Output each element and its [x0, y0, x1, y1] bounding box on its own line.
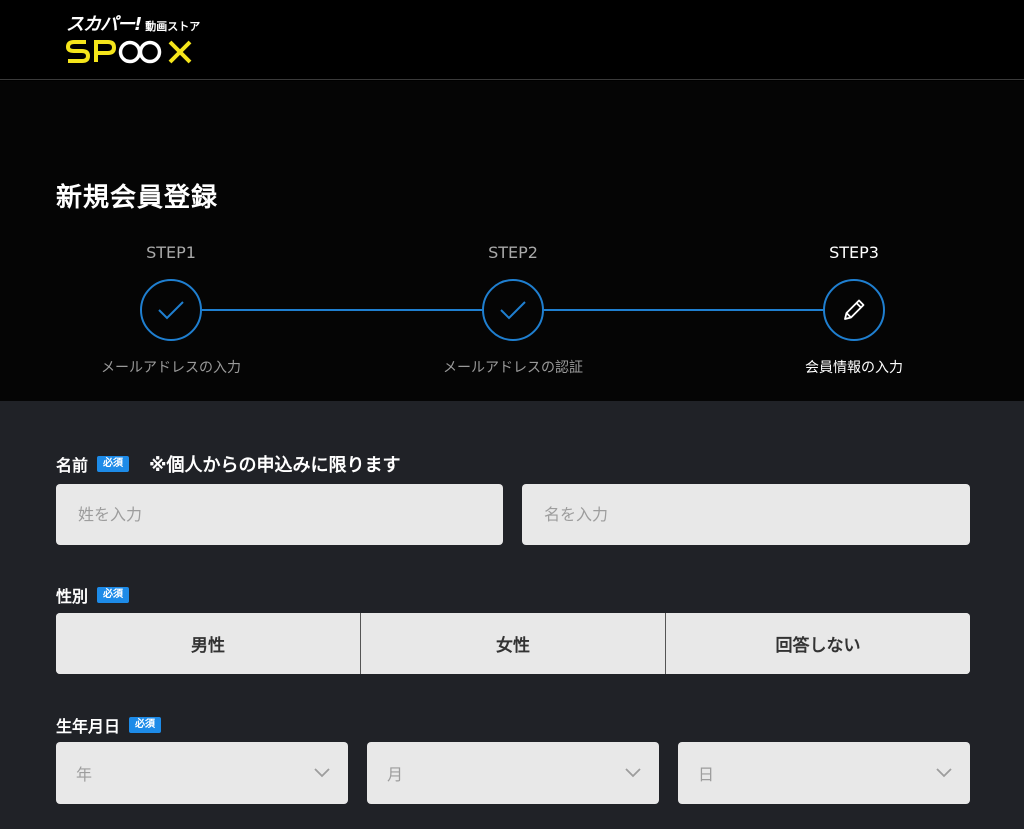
birth-month-select[interactable]: 月 — [367, 742, 659, 804]
gender-field-label: 性別 必須 — [56, 583, 130, 607]
gender-male-button[interactable]: 男性 — [56, 613, 361, 674]
birth-day-value: 日 — [698, 765, 715, 784]
step1-caption: メールアドレスの入力 — [101, 360, 241, 376]
pencil-icon — [844, 299, 865, 320]
step3-label: STEP3 — [829, 243, 879, 262]
step2-label: STEP2 — [488, 243, 538, 262]
birthday-label-text: 生年月日 — [56, 717, 121, 736]
checkmark-icon — [500, 301, 526, 320]
logo-skyperfect-text: スカパー! — [66, 14, 142, 35]
required-badge: 必須 — [97, 456, 130, 472]
birthday-field-label: 生年月日 必須 — [56, 713, 162, 737]
chevron-down-icon — [314, 768, 330, 778]
spoox-logo-mark — [66, 40, 192, 64]
birth-day-select[interactable]: 日 — [678, 742, 970, 804]
step3-caption: 会員情報の入力 — [805, 360, 903, 376]
step3-circle — [823, 279, 885, 341]
step-connector-2 — [544, 309, 824, 311]
spoox-logo[interactable]: スカパー! 動画ストア — [66, 10, 216, 70]
gender-female-button[interactable]: 女性 — [361, 613, 666, 674]
required-badge: 必須 — [97, 587, 130, 603]
page-title: 新規会員登録 — [56, 183, 219, 213]
step1-label: STEP1 — [146, 243, 196, 262]
gender-label-text: 性別 — [56, 587, 89, 606]
individual-only-note: ※個人からの申込みに限ります — [149, 455, 401, 476]
name-label-text: 名前 — [56, 456, 89, 475]
name-field-label: 名前 必須 ※個人からの申込みに限ります — [56, 451, 401, 477]
birth-month-value: 月 — [387, 765, 404, 784]
step-connector-1 — [202, 309, 482, 311]
checkmark-icon — [158, 301, 184, 320]
step2-caption: メールアドレスの認証 — [443, 360, 583, 376]
registration-steps-area: 新規会員登録 STEP1 STEP2 STEP3 メールアドレスの入力 メールア… — [0, 81, 1024, 401]
member-info-form: 名前 必須 ※個人からの申込みに限ります 性別 必須 男性 女性 回答しない 生… — [0, 401, 1024, 829]
step1-circle — [140, 279, 202, 341]
birth-year-value: 年 — [76, 765, 93, 784]
first-name-input[interactable] — [522, 484, 970, 545]
site-header: スカパー! 動画ストア — [0, 0, 1024, 80]
required-badge: 必須 — [129, 717, 162, 733]
birth-year-select[interactable]: 年 — [56, 742, 348, 804]
step2-circle — [482, 279, 544, 341]
logo-store-text: 動画ストア — [145, 20, 201, 33]
last-name-input[interactable] — [56, 484, 503, 545]
gender-no-answer-button[interactable]: 回答しない — [666, 613, 970, 674]
chevron-down-icon — [936, 768, 952, 778]
chevron-down-icon — [625, 768, 641, 778]
gender-selector: 男性 女性 回答しない — [56, 613, 970, 674]
